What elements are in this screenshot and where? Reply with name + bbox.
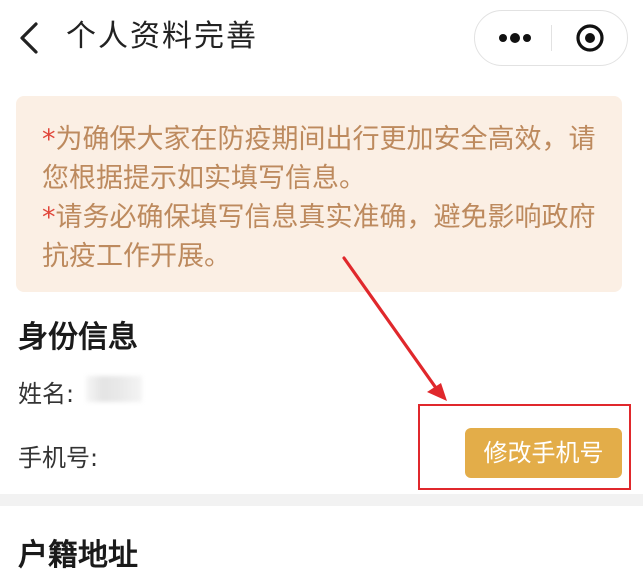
notice-text-1: 为确保大家在防疫期间出行更加安全高效，请您根据提示如实填写信息。	[42, 124, 596, 194]
notice-text-2: 请务必确保填写信息真实准确，避免影响政府抗疫工作开展。	[42, 202, 596, 272]
mini-program-capsule	[474, 10, 628, 66]
page-title: 个人资料完善	[66, 19, 258, 54]
required-star: *	[42, 202, 56, 233]
name-value-redacted	[86, 376, 142, 402]
phone-label: 手机号:	[18, 444, 99, 472]
annotation-highlight-box	[418, 404, 631, 490]
notice-banner: *为确保大家在防疫期间出行更加安全高效，请您根据提示如实填写信息。 *请务必确保…	[16, 96, 622, 292]
section-divider	[0, 494, 643, 506]
required-star: *	[42, 124, 56, 155]
name-label: 姓名:	[18, 380, 75, 408]
target-circle-icon[interactable]	[552, 11, 628, 64]
more-dots-icon[interactable]	[475, 11, 551, 64]
chevron-left-icon[interactable]	[14, 20, 46, 56]
identity-section-title: 身份信息	[18, 320, 138, 355]
nav-bar: 个人资料完善	[0, 0, 643, 78]
address-section-title: 户籍地址	[18, 538, 138, 573]
